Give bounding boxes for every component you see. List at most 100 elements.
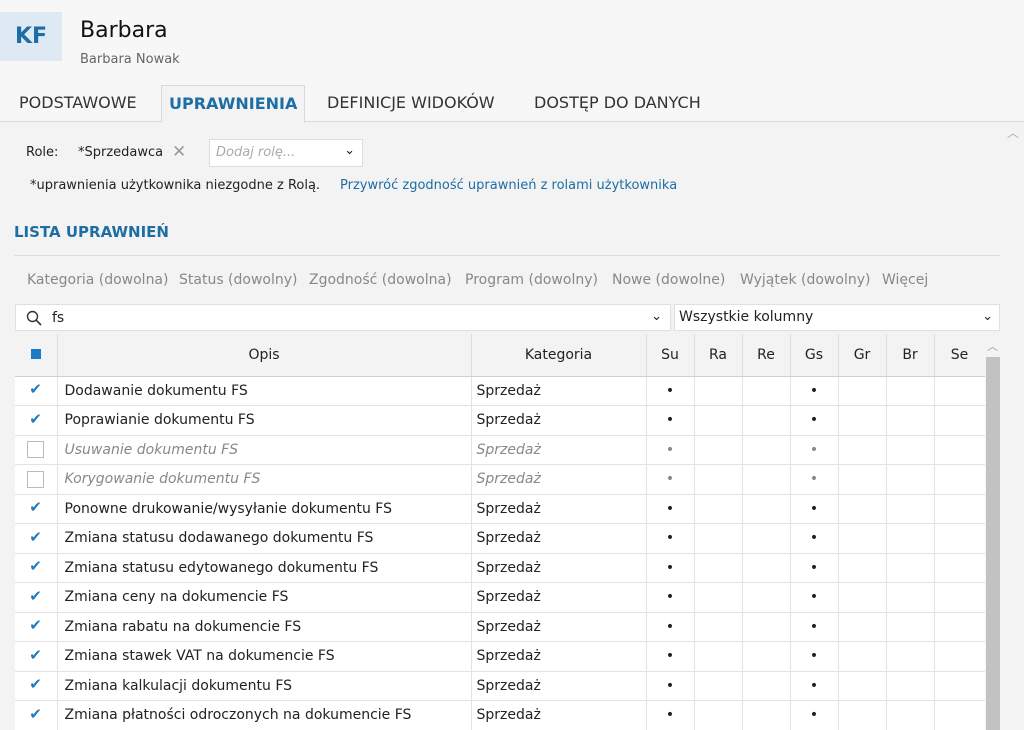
chevron-down-icon[interactable]: ⌄ bbox=[651, 309, 662, 324]
cell-gs[interactable]: • bbox=[790, 671, 839, 701]
cell-br[interactable] bbox=[886, 435, 935, 465]
cell-gs[interactable]: • bbox=[790, 376, 839, 406]
cell-gs[interactable]: • bbox=[790, 523, 839, 554]
cell-br[interactable] bbox=[886, 641, 935, 672]
column-header[interactable]: Opis bbox=[57, 334, 472, 377]
row-checkbox-cell[interactable] bbox=[15, 582, 58, 613]
cell-su[interactable]: • bbox=[646, 464, 695, 495]
cell-br[interactable] bbox=[886, 405, 935, 436]
cell-se[interactable] bbox=[934, 612, 985, 642]
row-checkbox-cell[interactable] bbox=[15, 405, 58, 436]
table-row[interactable]: Zmiana płatności odroczonych na dokumenc… bbox=[15, 700, 985, 730]
cell-re[interactable] bbox=[742, 523, 791, 554]
cell-br[interactable] bbox=[886, 671, 935, 701]
cell-br[interactable] bbox=[886, 700, 935, 730]
row-checkbox[interactable] bbox=[27, 616, 45, 636]
cell-gr[interactable] bbox=[838, 641, 887, 672]
cell-re[interactable] bbox=[742, 671, 791, 701]
column-header[interactable]: Br bbox=[886, 334, 935, 377]
cell-ra[interactable] bbox=[694, 523, 743, 554]
row-checkbox[interactable] bbox=[27, 528, 45, 547]
cell-gr[interactable] bbox=[838, 376, 887, 406]
cell-ra[interactable] bbox=[694, 700, 743, 730]
row-checkbox[interactable] bbox=[27, 441, 45, 459]
table-row[interactable]: Zmiana rabatu na dokumencie FSSprzedaż•• bbox=[15, 612, 985, 642]
cell-se[interactable] bbox=[934, 553, 985, 583]
cell-gr[interactable] bbox=[838, 523, 887, 554]
cell-gr[interactable] bbox=[838, 435, 887, 465]
cell-re[interactable] bbox=[742, 700, 791, 730]
column-header[interactable]: Se bbox=[934, 334, 985, 377]
cell-su[interactable]: • bbox=[646, 700, 695, 730]
cell-br[interactable] bbox=[886, 464, 935, 495]
cell-gs[interactable]: • bbox=[790, 641, 839, 672]
cell-re[interactable] bbox=[742, 641, 791, 672]
cell-ra[interactable] bbox=[694, 435, 743, 465]
cell-ra[interactable] bbox=[694, 582, 743, 613]
row-checkbox[interactable] bbox=[27, 587, 45, 606]
cell-br[interactable] bbox=[886, 553, 935, 583]
row-checkbox[interactable] bbox=[27, 470, 45, 488]
cell-gr[interactable] bbox=[838, 671, 887, 701]
cell-gs[interactable]: • bbox=[790, 700, 839, 730]
filter-nowe[interactable]: Nowe (dowolne) bbox=[612, 272, 725, 288]
restore-permissions-link[interactable]: Przywróć zgodność uprawnień z rolami uży… bbox=[340, 178, 677, 193]
cell-br[interactable] bbox=[886, 612, 935, 642]
cell-re[interactable] bbox=[742, 376, 791, 406]
cell-re[interactable] bbox=[742, 464, 791, 495]
column-header[interactable]: Kategoria bbox=[471, 334, 647, 377]
cell-gs[interactable]: • bbox=[790, 582, 839, 613]
cell-su[interactable]: • bbox=[646, 523, 695, 554]
cell-se[interactable] bbox=[934, 523, 985, 554]
table-row[interactable]: Zmiana ceny na dokumencie FSSprzedaż•• bbox=[15, 582, 985, 613]
cell-re[interactable] bbox=[742, 405, 791, 436]
search-input[interactable] bbox=[52, 309, 612, 327]
cell-gr[interactable] bbox=[838, 553, 887, 583]
cell-su[interactable]: • bbox=[646, 553, 695, 583]
cell-ra[interactable] bbox=[694, 405, 743, 436]
cell-gs[interactable]: • bbox=[790, 435, 839, 465]
row-checkbox[interactable] bbox=[27, 557, 45, 577]
column-header[interactable]: Gr bbox=[838, 334, 887, 377]
table-row[interactable]: Usuwanie dokumentu FS Sprzedaż • • bbox=[15, 435, 985, 465]
row-checkbox[interactable] bbox=[27, 380, 45, 400]
cell-se[interactable] bbox=[934, 700, 985, 730]
cell-gr[interactable] bbox=[838, 582, 887, 613]
cell-br[interactable] bbox=[886, 494, 935, 524]
cell-ra[interactable] bbox=[694, 494, 743, 524]
cell-gs[interactable]: • bbox=[790, 405, 839, 436]
cell-re[interactable] bbox=[742, 612, 791, 642]
tab-dostep-do-danych[interactable]: DOSTĘP DO DANYCH bbox=[527, 85, 708, 122]
cell-gr[interactable] bbox=[838, 494, 887, 524]
cell-br[interactable] bbox=[886, 376, 935, 406]
row-checkbox-cell[interactable] bbox=[15, 523, 58, 554]
filter-program[interactable]: Program (dowolny) bbox=[465, 272, 598, 288]
add-role-select[interactable]: Dodaj rolę... ⌄ bbox=[209, 139, 363, 167]
cell-se[interactable] bbox=[934, 494, 985, 524]
cell-su[interactable]: • bbox=[646, 671, 695, 701]
table-row[interactable]: Korygowanie dokumentu FS Sprzedaż • • bbox=[15, 464, 985, 495]
scrollbar-thumb[interactable] bbox=[986, 357, 1000, 730]
cell-ra[interactable] bbox=[694, 553, 743, 583]
column-header[interactable]: Su bbox=[646, 334, 695, 377]
cell-gr[interactable] bbox=[838, 700, 887, 730]
filter-status[interactable]: Status (dowolny) bbox=[179, 272, 298, 288]
cell-gr[interactable] bbox=[838, 405, 887, 436]
cell-gr[interactable] bbox=[838, 464, 887, 495]
cell-br[interactable] bbox=[886, 523, 935, 554]
cell-gs[interactable]: • bbox=[790, 494, 839, 524]
collapse-chevron-icon[interactable]: ︿ bbox=[1007, 124, 1019, 141]
tab-podstawowe[interactable]: PODSTAWOWE bbox=[12, 85, 144, 122]
table-row[interactable]: Dodawanie dokumentu FSSprzedaż•• bbox=[15, 376, 985, 406]
table-row[interactable]: Ponowne drukowanie/wysyłanie dokumentu F… bbox=[15, 494, 985, 524]
cell-ra[interactable] bbox=[694, 464, 743, 495]
close-icon[interactable]: ✕ bbox=[172, 142, 186, 162]
row-checkbox-cell[interactable] bbox=[15, 700, 58, 730]
cell-se[interactable] bbox=[934, 376, 985, 406]
columns-select[interactable]: Wszystkie kolumny ⌄ bbox=[674, 304, 1000, 331]
cell-gs[interactable]: • bbox=[790, 612, 839, 642]
cell-su[interactable]: • bbox=[646, 582, 695, 613]
cell-se[interactable] bbox=[934, 435, 985, 465]
cell-su[interactable]: • bbox=[646, 641, 695, 672]
filter-wiecej[interactable]: Więcej bbox=[882, 272, 928, 288]
